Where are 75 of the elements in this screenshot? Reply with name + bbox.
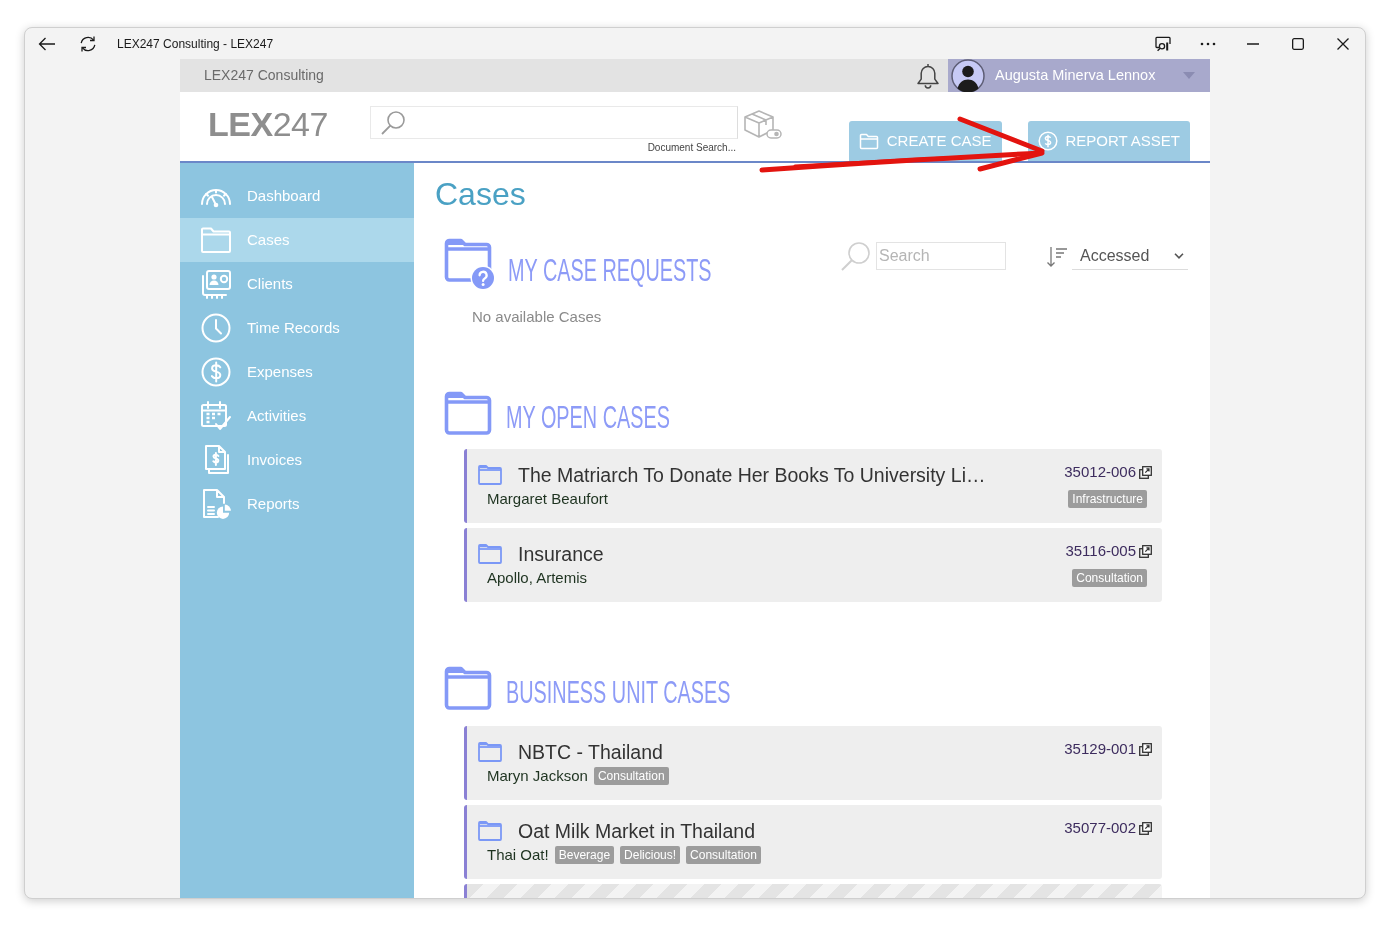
client-name: Thai Oat! xyxy=(487,845,549,865)
case-title: Oat Milk Market in Thailand xyxy=(518,819,755,844)
case-number[interactable]: 35012-006 xyxy=(1064,462,1136,482)
report-asset-button[interactable]: REPORT ASSET xyxy=(1027,121,1190,161)
sidebar-item[interactable]: Expenses xyxy=(180,350,414,394)
refresh-icon[interactable] xyxy=(79,34,97,53)
external-link-icon[interactable] xyxy=(1139,544,1152,558)
case-tag: Delicious! xyxy=(620,846,681,864)
chevron-down-icon xyxy=(1174,253,1184,259)
external-link-icon[interactable] xyxy=(1139,465,1152,479)
case-tag: Consultation xyxy=(1072,569,1147,587)
sidebar-item[interactable]: Invoices xyxy=(180,438,414,482)
folder-icon xyxy=(478,465,502,485)
client-name: Maryn Jackson xyxy=(487,766,588,786)
screen-search-icon[interactable] xyxy=(1154,35,1171,52)
case-tag: Consultation xyxy=(593,767,669,785)
folder-icon xyxy=(478,742,502,762)
case-number[interactable]: 35116-005 xyxy=(1065,541,1136,561)
external-link-icon[interactable] xyxy=(1139,821,1152,835)
report-icon xyxy=(200,488,232,520)
search-icon xyxy=(380,109,406,136)
client-name: Margaret Beaufort xyxy=(487,489,608,509)
search-field[interactable]: Search xyxy=(876,242,1006,270)
folder-icon xyxy=(444,391,492,435)
window-title: LEX247 Consulting - LEX247 xyxy=(117,35,274,53)
sidebar-item[interactable]: Cases xyxy=(180,218,414,262)
minimize-icon[interactable] xyxy=(1246,42,1259,45)
dollar-icon xyxy=(1037,131,1058,151)
back-icon[interactable] xyxy=(38,35,56,52)
empty-message: No available Cases xyxy=(472,307,603,327)
case-number[interactable]: 35077-002 xyxy=(1064,818,1136,838)
sort-icon[interactable] xyxy=(1046,244,1068,269)
external-link-icon[interactable] xyxy=(1139,742,1152,756)
sidebar-item[interactable]: Time Records xyxy=(180,306,414,350)
bell-icon[interactable] xyxy=(916,62,940,89)
case-card[interactable]: Insurance 35116-005 Apollo, Artemis Consultation xyxy=(464,528,1162,602)
case-card[interactable]: NBTC - Thailand 35129-001 Maryn Jackson Consultation xyxy=(464,726,1162,800)
folder-icon xyxy=(858,132,879,150)
folder-icon xyxy=(478,544,502,564)
folder-icon xyxy=(478,821,502,841)
sidebar-item[interactable]: Dashboard xyxy=(180,174,414,218)
sidebar-item[interactable]: Reports xyxy=(180,482,414,526)
clock-icon xyxy=(200,312,232,344)
search-caption: Document Search... xyxy=(646,142,737,154)
calendar-check-icon xyxy=(200,400,232,432)
page-title: Cases xyxy=(435,176,527,212)
dollar-icon xyxy=(200,356,232,388)
caret-icon xyxy=(1183,72,1195,79)
case-title: The Matriarch To Donate Her Books To University Li… xyxy=(518,463,986,488)
case-title: NBTC - Thailand xyxy=(518,740,663,765)
client-name: Apollo, Artemis xyxy=(487,568,588,588)
section-title: MY OPEN CASES xyxy=(506,401,670,435)
maximize-icon[interactable] xyxy=(1291,37,1304,50)
document-search-field[interactable] xyxy=(370,106,738,139)
case-title: Insurance xyxy=(518,542,604,567)
case-tag: Consultation xyxy=(686,846,761,864)
folder-question-icon xyxy=(444,238,494,290)
more-icon[interactable] xyxy=(1199,41,1216,46)
case-tag: Infrastructure xyxy=(1068,490,1147,508)
folder-icon xyxy=(444,666,492,710)
case-card[interactable]: The Matriarch To Donate Her Books To University Li… 35012-006 Margaret Beaufort Infrastructure xyxy=(464,449,1162,523)
section-title: MY CASE REQUESTS xyxy=(508,254,712,290)
section-title: BUSINESS UNIT CASES xyxy=(506,676,731,710)
case-number[interactable]: 35129-001 xyxy=(1064,739,1136,759)
close-icon[interactable] xyxy=(1336,37,1349,50)
case-card[interactable]: Oat Milk Market in Thailand 35077-002 Thai Oat! Beverage Delicious! Consultation xyxy=(464,805,1162,879)
sidebar-item[interactable]: Clients xyxy=(180,262,414,306)
logo[interactable]: LEX247 xyxy=(208,104,328,144)
contact-card-icon xyxy=(200,268,232,300)
organization-name: LEX247 Consulting xyxy=(204,66,324,85)
user-menu[interactable]: Augusta Minerva Lennox xyxy=(948,59,1210,92)
avatar-icon xyxy=(951,59,985,93)
search-icon xyxy=(840,240,872,272)
case-tag: Beverage xyxy=(554,846,615,864)
sidebar-item[interactable]: Activities xyxy=(180,394,414,438)
